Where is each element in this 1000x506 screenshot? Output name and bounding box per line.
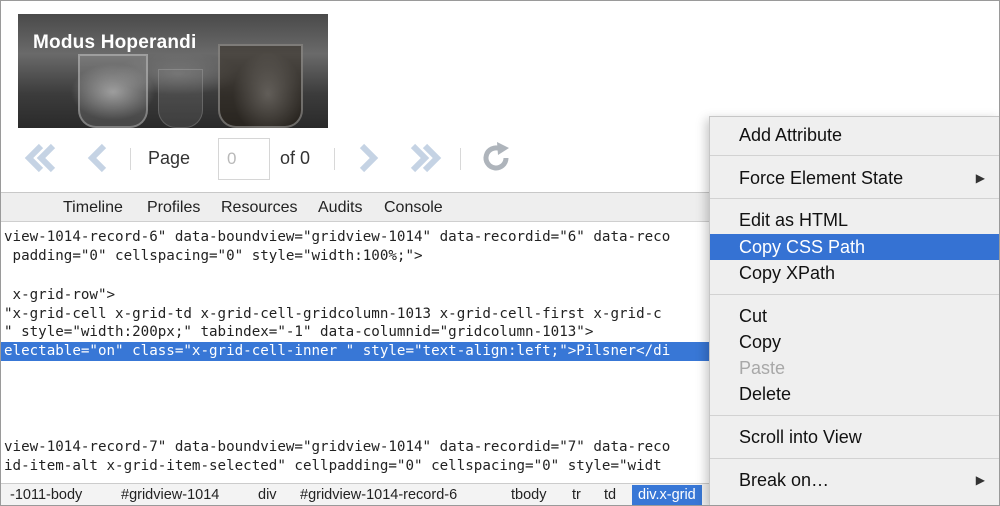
first-page-icon xyxy=(24,143,56,173)
submenu-arrow-icon: ▶ xyxy=(975,473,985,487)
menu-item-label: Edit as HTML xyxy=(739,210,849,230)
menu-item-cut[interactable]: Cut xyxy=(710,303,1000,329)
menu-item-label: Add Attribute xyxy=(739,125,843,145)
refresh-button[interactable] xyxy=(476,140,516,176)
menu-item-force-element-state[interactable]: Force Element State ▶ xyxy=(710,165,1000,191)
dom-node-line[interactable]: x-grid-row"> xyxy=(4,286,116,305)
submenu-arrow-icon: ▶ xyxy=(975,171,985,185)
dom-node-line[interactable]: padding="0" cellspacing="0" style="width… xyxy=(4,247,423,266)
menu-item-label: Scroll into View xyxy=(739,427,862,447)
app-title: Modus Hoperandi xyxy=(33,32,197,53)
menu-separator xyxy=(710,155,1000,156)
tab-resources[interactable]: Resources xyxy=(221,199,297,217)
dom-node-line[interactable]: " style="width:200px;" tabindex="-1" dat… xyxy=(4,323,593,342)
menu-item-copy[interactable]: Copy xyxy=(710,329,1000,355)
breadcrumb-item[interactable]: tr xyxy=(572,485,581,506)
pager-separator xyxy=(460,148,461,170)
menu-item-copy-xpath[interactable]: Copy XPath xyxy=(710,260,1000,286)
menu-separator xyxy=(710,198,1000,199)
menu-item-label: Break on… xyxy=(739,470,830,490)
tab-profiles[interactable]: Profiles xyxy=(147,199,200,217)
breadcrumb-item[interactable]: -1011-body xyxy=(10,485,82,506)
breadcrumb-item[interactable]: #gridview-1014-record-6 xyxy=(300,485,457,506)
breadcrumb-item[interactable]: div xyxy=(258,485,277,506)
prev-page-button[interactable] xyxy=(84,140,112,176)
page-label: Page xyxy=(148,148,191,168)
dom-node-line[interactable]: view-1014-record-7" data-boundview="grid… xyxy=(4,438,670,457)
dom-node-line[interactable]: id-item-alt x-grid-item-selected" cellpa… xyxy=(4,457,662,476)
refresh-icon xyxy=(483,142,509,171)
menu-separator xyxy=(710,458,1000,459)
menu-item-edit-as-html[interactable]: Edit as HTML xyxy=(710,207,1000,233)
breadcrumb-item[interactable]: td xyxy=(604,485,616,506)
devtools-tab-bar: Timeline Profiles Resources Audits Conso… xyxy=(0,192,712,222)
page-number-input[interactable] xyxy=(218,138,270,180)
dom-node-line[interactable]: view-1014-record-6" data-boundview="grid… xyxy=(4,228,670,247)
menu-item-label: Copy CSS Path xyxy=(739,237,866,257)
breadcrumb-item[interactable]: #gridview-1014 xyxy=(121,485,219,506)
breadcrumb: -1011-body #gridview-1014 div #gridview-… xyxy=(0,483,712,506)
tab-console[interactable]: Console xyxy=(384,199,443,217)
elements-panel: view-1014-record-6" data-boundview="grid… xyxy=(0,223,712,483)
menu-separator xyxy=(710,415,1000,416)
paging-toolbar: Page of 0 xyxy=(18,136,578,182)
menu-item-paste: Paste xyxy=(710,355,1000,381)
tab-timeline[interactable]: Timeline xyxy=(63,199,123,217)
app-header-image: Modus Hoperandi xyxy=(18,14,328,128)
dom-node-line-selected[interactable]: electable="on" class="x-grid-cell-inner … xyxy=(0,342,712,361)
first-page-button[interactable] xyxy=(20,140,62,176)
menu-item-label: Copy xyxy=(739,332,782,352)
prev-page-icon xyxy=(87,143,107,173)
menu-item-break-on[interactable]: Break on… ▶ xyxy=(710,467,1000,493)
dom-node-line[interactable]: "x-grid-cell x-grid-td x-grid-cell-gridc… xyxy=(4,305,662,324)
menu-item-label: Cut xyxy=(739,306,768,326)
last-page-button[interactable] xyxy=(404,140,446,176)
pager-separator xyxy=(130,148,131,170)
menu-item-delete[interactable]: Delete xyxy=(710,381,1000,407)
menu-item-label: Delete xyxy=(739,384,792,404)
menu-item-add-attribute[interactable]: Add Attribute xyxy=(710,122,1000,148)
page-count-label: of 0 xyxy=(280,148,311,168)
tab-audits[interactable]: Audits xyxy=(318,199,362,217)
menu-item-scroll-into-view[interactable]: Scroll into View xyxy=(710,424,1000,450)
next-page-icon xyxy=(359,143,379,173)
context-menu: Add Attribute Force Element State ▶ Edit … xyxy=(709,116,1000,506)
pager-separator xyxy=(334,148,335,170)
next-page-button[interactable] xyxy=(354,140,382,176)
menu-item-label: Force Element State xyxy=(739,168,904,188)
menu-item-copy-css-path[interactable]: Copy CSS Path xyxy=(710,234,1000,260)
menu-item-label: Paste xyxy=(739,358,786,378)
menu-item-label: Copy XPath xyxy=(739,263,836,283)
breadcrumb-item-active[interactable]: div.x-grid xyxy=(632,485,702,506)
breadcrumb-item[interactable]: tbody xyxy=(511,485,546,506)
last-page-icon xyxy=(410,143,442,173)
menu-separator xyxy=(710,294,1000,295)
